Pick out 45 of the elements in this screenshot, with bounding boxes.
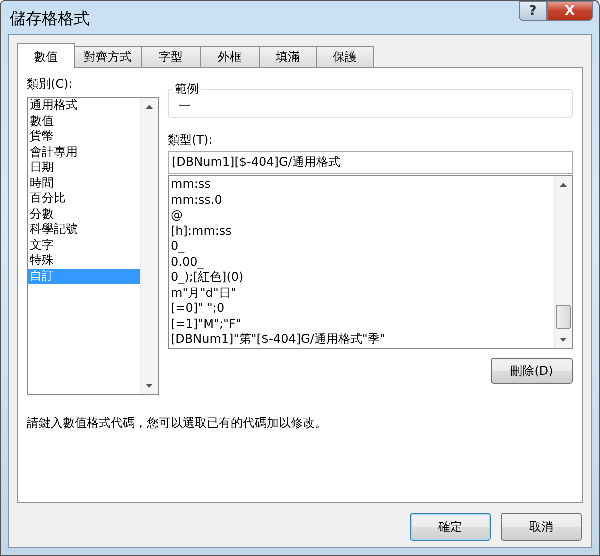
format-list[interactable]: mm:ss mm:ss.0 @ [h]:mm:ss 0_ 0.00_ 0_);[紅色](0) m"月"d"日" [=0]" ";0 [=1]"M";"F" [DBNum1]"第"[$-404]G/通用格式"季": [168, 175, 573, 349]
scrollbar[interactable]: [140, 98, 158, 394]
dialog-button[interactable]: 確定: [410, 513, 491, 541]
format-item[interactable]: [=1]"M";"F": [169, 316, 554, 332]
category-item[interactable]: 文字: [28, 238, 140, 253]
sample-legend: 範例: [173, 81, 201, 98]
hint-text: 請鍵入數值格式代碼，您可以選取已有的代碼加以修改。: [27, 415, 328, 432]
category-item[interactable]: 貨幣: [28, 129, 140, 144]
format-item[interactable]: [DBNum1]"第"[$-404]G/通用格式"季": [169, 332, 554, 348]
format-item[interactable]: 0_: [169, 239, 554, 254]
category-item[interactable]: 時間: [28, 176, 140, 191]
category-label: 類別(C):: [27, 76, 74, 93]
format-item[interactable]: 0_);[紅色](0): [169, 270, 554, 286]
format-item[interactable]: m"月"d"日": [169, 286, 554, 301]
category-item[interactable]: 科學記號: [28, 222, 140, 238]
category-list[interactable]: 通用格式 數值 貨幣 會計專用 日期 時間 百分比 分數 科學記號 文字 特殊 自訂: [27, 97, 159, 395]
category-item[interactable]: 會計專用: [28, 144, 140, 160]
format-item[interactable]: [h]:mm:ss: [169, 224, 554, 239]
category-item[interactable]: 分數: [28, 206, 140, 222]
delete-button[interactable]: 刪除(D): [491, 358, 573, 384]
type-field[interactable]: [DBNum1][$-404]G/通用格式: [168, 151, 573, 174]
type-label: 類型(T):: [168, 132, 214, 149]
help-button[interactable]: ?: [519, 1, 547, 21]
tab[interactable]: 字型: [141, 46, 201, 67]
format-item[interactable]: mm:ss.0: [169, 192, 554, 208]
close-button[interactable]: X: [547, 1, 593, 21]
tab[interactable]: 填滿: [259, 46, 317, 67]
format-item[interactable]: [=0]" ";0: [169, 301, 554, 316]
tab[interactable]: 對齊方式: [74, 46, 142, 67]
format-item[interactable]: 0.00_: [169, 254, 554, 270]
format-item[interactable]: mm:ss: [169, 177, 554, 192]
category-item[interactable]: 日期: [28, 160, 140, 176]
category-item[interactable]: 百分比: [28, 191, 140, 206]
tab[interactable]: 外框: [200, 46, 260, 67]
scroll-thumb[interactable]: [556, 305, 571, 329]
dialog-button[interactable]: 取消: [501, 513, 582, 541]
sample-value: 一: [179, 99, 191, 113]
category-item[interactable]: 特殊: [28, 253, 140, 268]
category-item[interactable]: 通用格式: [28, 98, 140, 114]
scrollbar[interactable]: [554, 176, 572, 348]
window-title: 儲存格格式: [10, 9, 90, 30]
tab[interactable]: 保護: [316, 46, 374, 67]
format-item[interactable]: @: [169, 208, 554, 224]
tab[interactable]: 數值: [17, 43, 75, 68]
category-item[interactable]: 數值: [28, 114, 140, 129]
